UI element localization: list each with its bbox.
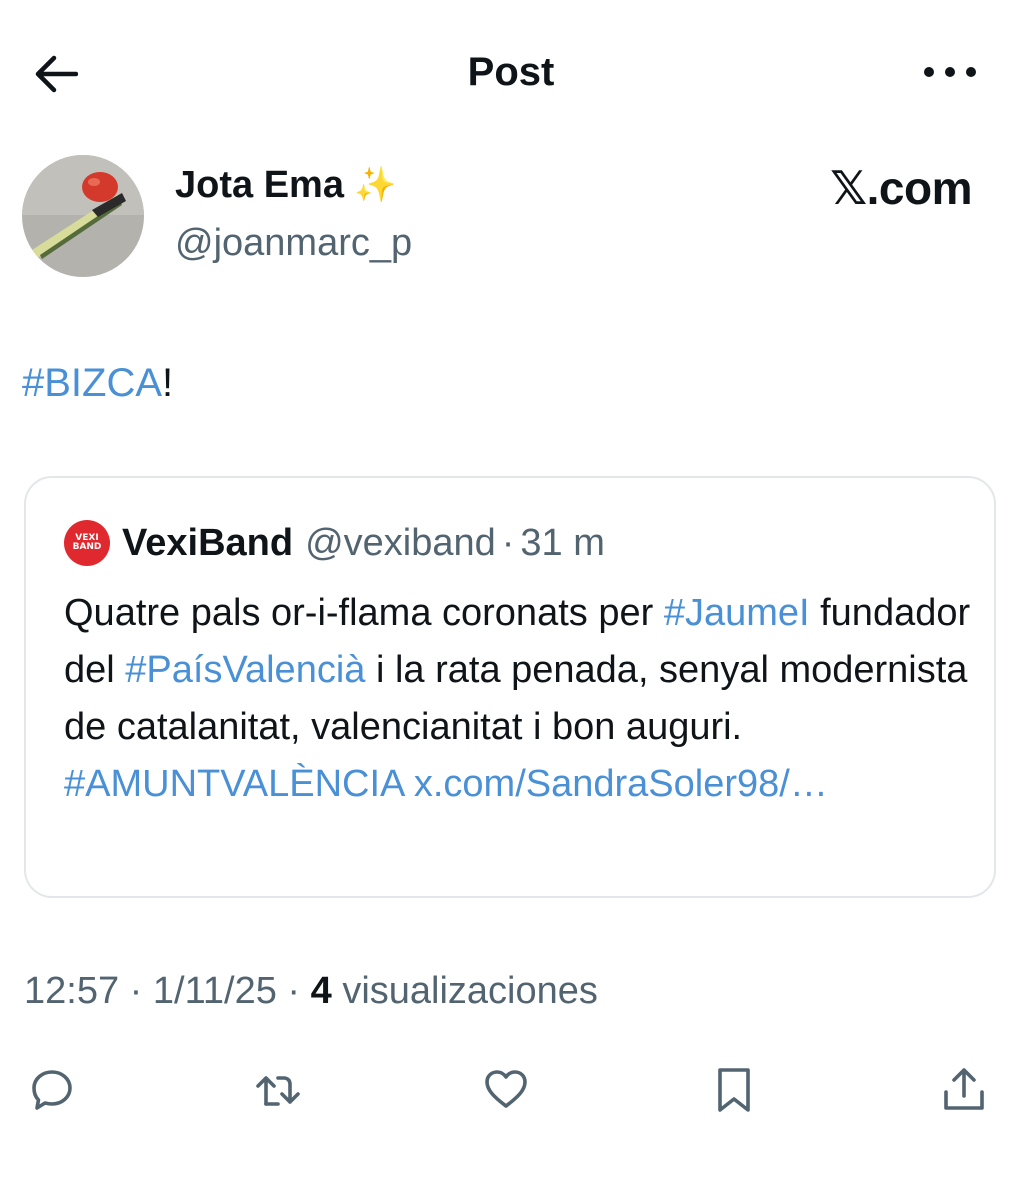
views-label: visualizaciones	[331, 970, 598, 1012]
sparkles-icon: ✨	[353, 166, 397, 204]
share-button[interactable]	[934, 1060, 994, 1120]
post-text: #BIZCA!	[22, 358, 173, 408]
author-avatar[interactable]	[22, 155, 144, 277]
post-meta: 12:57 · 1/11/25 · 4 visualizaciones	[24, 968, 598, 1014]
post-page: Post Jota Ema ✨ @joanmarc_p 𝕏.com #BIZCA…	[0, 0, 1022, 1200]
post-date[interactable]: 1/11/25	[153, 970, 277, 1012]
reply-button[interactable]	[22, 1060, 82, 1120]
meta-separator: ·	[119, 970, 153, 1012]
top-bar: Post	[0, 0, 1022, 140]
quoted-time: 31 m	[520, 522, 605, 564]
bookmark-button[interactable]	[704, 1060, 764, 1120]
quoted-author-name: VexiBand	[122, 522, 294, 564]
quoted-text: Quatre pals or-i-flama coronats per #Jau…	[64, 585, 974, 813]
views-count: 4	[310, 970, 332, 1012]
quoted-separator: ·	[501, 522, 515, 564]
post-text-suffix: !	[162, 361, 174, 405]
author-name[interactable]: Jota Ema	[175, 162, 344, 208]
author-name-row: Jota Ema ✨	[175, 162, 396, 208]
more-button[interactable]	[918, 50, 982, 94]
like-button[interactable]	[476, 1060, 536, 1120]
hashtag-amuntvalencia[interactable]: #AMUNTVALÈNCIA	[64, 763, 403, 805]
author-handle[interactable]: @joanmarc_p	[175, 220, 412, 266]
reply-icon	[32, 1070, 72, 1110]
repost-icon	[256, 1076, 300, 1106]
quoted-url-link[interactable]: x.com/SandraSoler98/…	[414, 763, 828, 805]
heart-icon	[485, 1070, 527, 1108]
share-icon	[944, 1068, 984, 1110]
quoted-author-handle: @vexiband	[305, 522, 496, 564]
meta-separator: ·	[276, 970, 311, 1012]
repost-button[interactable]	[248, 1060, 308, 1120]
avatar-image	[22, 155, 144, 277]
page-title: Post	[467, 50, 555, 94]
hashtag-paisvalencia[interactable]: #PaísValencià	[125, 649, 365, 691]
vexiband-avatar[interactable]: VEXI BAND	[64, 520, 110, 566]
quoted-post-header: VEXI BAND VexiBand @vexiband · 31 m	[64, 520, 605, 566]
hashtag-jaumei[interactable]: #JaumeI	[664, 592, 810, 634]
vexiband-logo-text: VEXI BAND	[72, 533, 102, 552]
bookmark-icon	[718, 1068, 750, 1112]
hashtag-link[interactable]: #BIZCA	[22, 361, 162, 405]
more-dots-icon	[924, 67, 976, 77]
quoted-text-part-1: Quatre pals or-i-flama coronats per	[64, 592, 664, 634]
x-logo: 𝕏.com	[830, 162, 972, 214]
action-bar	[0, 1060, 1022, 1120]
post-time[interactable]: 12:57	[24, 970, 119, 1012]
quoted-post[interactable]: VEXI BAND VexiBand @vexiband · 31 m Quat…	[24, 476, 996, 898]
